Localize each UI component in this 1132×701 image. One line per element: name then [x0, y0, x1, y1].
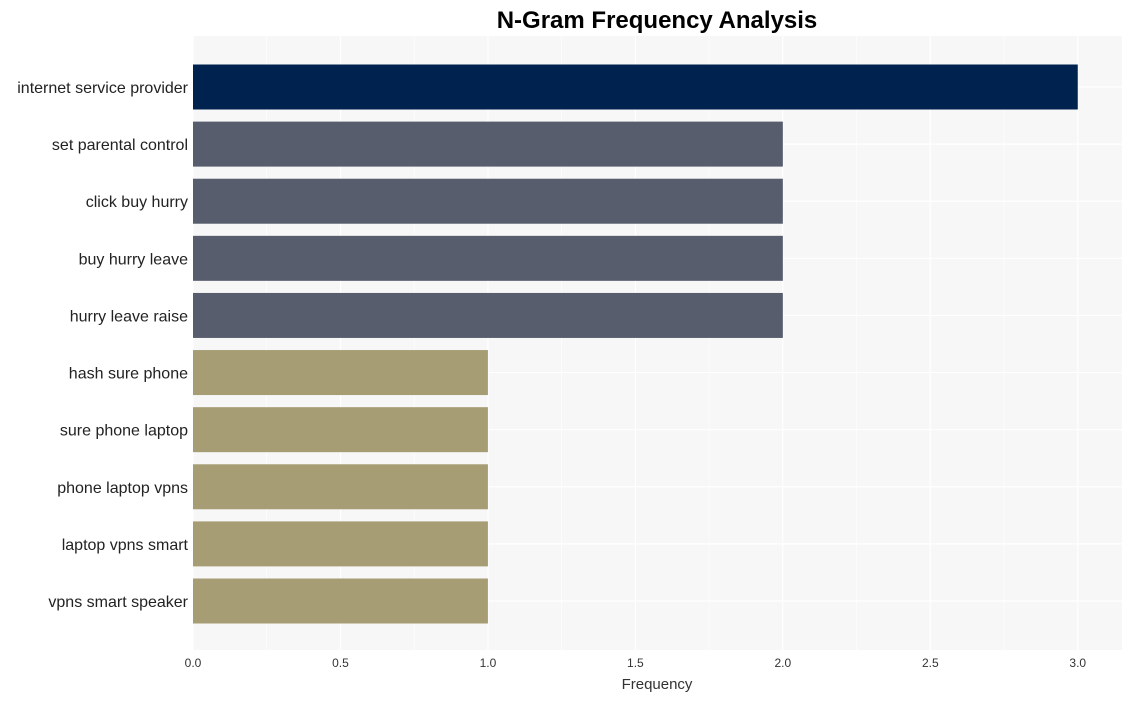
bar-phone-laptop-vpns	[193, 464, 488, 510]
y-tick-label: phone laptop vpns	[57, 480, 188, 497]
chart-title: N-Gram Frequency Analysis	[497, 7, 818, 34]
x-tick-label: 2.0	[774, 656, 791, 670]
y-tick-label: hurry leave raise	[70, 308, 188, 325]
bar-set-parental-control	[193, 121, 783, 167]
y-tick-label: internet service provider	[17, 80, 188, 97]
y-tick-label: hash sure phone	[69, 366, 188, 383]
y-tick-label: click buy hurry	[86, 194, 188, 211]
y-tick-label: set parental control	[52, 137, 188, 154]
bar-hurry-leave-raise	[193, 292, 783, 338]
y-axis-labels: internet service provider set parental co…	[17, 80, 188, 611]
bar-laptop-vpns-smart	[193, 521, 488, 567]
bar-sure-phone-laptop	[193, 407, 488, 453]
x-axis-title: Frequency	[622, 676, 693, 693]
x-tick-label: 0.0	[185, 656, 202, 670]
x-tick-label: 1.0	[480, 656, 497, 670]
y-tick-label: buy hurry leave	[79, 251, 188, 268]
y-tick-label: laptop vpns smart	[62, 537, 189, 554]
x-tick-label: 2.5	[922, 656, 939, 670]
bar-buy-hurry-leave	[193, 235, 783, 281]
y-tick-label: vpns smart speaker	[48, 594, 188, 611]
x-tick-label: 3.0	[1069, 656, 1086, 670]
ngram-bar-chart: N-Gram Frequency Analysis internet servi…	[17, 7, 1122, 693]
y-tick-label: sure phone laptop	[60, 423, 188, 440]
bar-vpns-smart-speaker	[193, 578, 488, 624]
bar-internet-service-provider	[193, 64, 1078, 110]
bar-click-buy-hurry	[193, 178, 783, 224]
x-axis-ticks: 0.0 0.5 1.0 1.5 2.0 2.5 3.0	[185, 656, 1087, 670]
x-tick-label: 1.5	[627, 656, 644, 670]
x-tick-label: 0.5	[332, 656, 349, 670]
bar-hash-sure-phone	[193, 350, 488, 396]
